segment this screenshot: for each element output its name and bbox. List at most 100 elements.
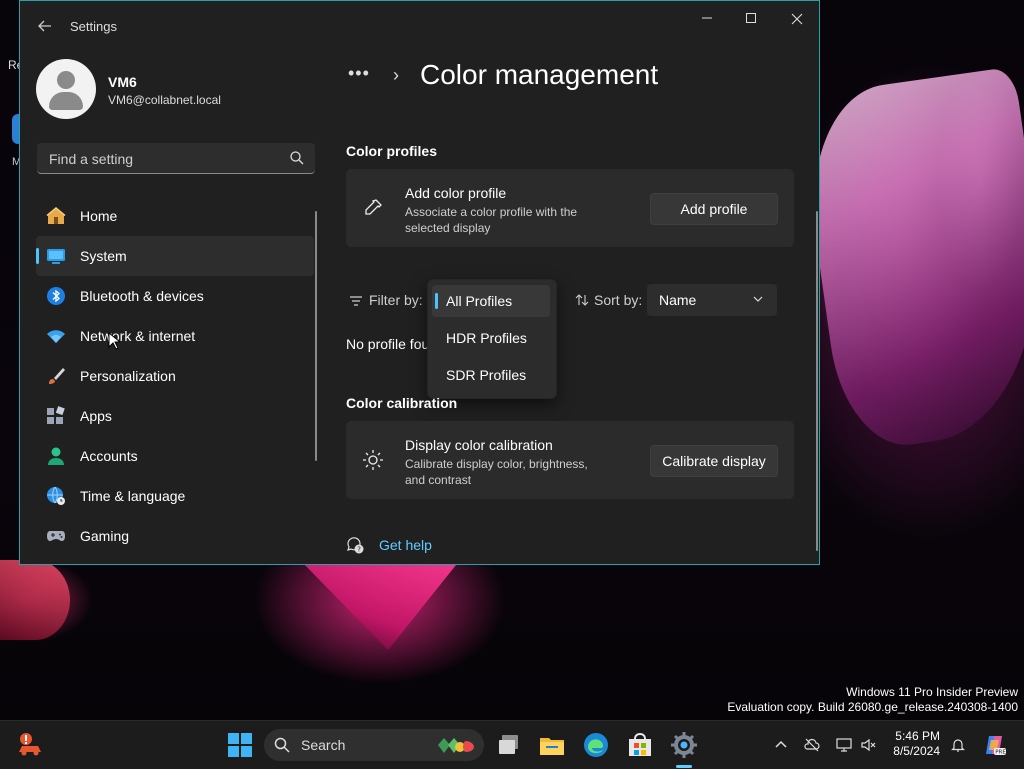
sidebar-item-label: Apps xyxy=(80,408,112,424)
taskbar: Search 5:46 PM 8/5/2024 PRE xyxy=(0,720,1024,769)
sidebar-item-label: Gaming xyxy=(80,528,130,544)
network-icon[interactable] xyxy=(836,737,852,753)
system-clock[interactable]: 5:46 PM 8/5/2024 xyxy=(884,729,940,759)
calibrate-display-button[interactable]: Calibrate display xyxy=(650,445,778,477)
user-name: VM6 xyxy=(108,74,137,90)
sort-dropdown[interactable]: Name xyxy=(647,284,777,316)
gamepad-icon xyxy=(47,531,65,541)
volume-muted-icon[interactable] xyxy=(860,737,876,753)
sidebar-item-label: Home xyxy=(80,208,118,224)
filter-option-label: All Profiles xyxy=(446,293,513,309)
minimize-button[interactable] xyxy=(684,9,730,29)
sidebar-item-label: Personalization xyxy=(80,368,176,384)
maximize-button[interactable] xyxy=(728,9,774,29)
taskbar-search[interactable]: Search xyxy=(264,729,484,761)
sidebar-item-gaming[interactable]: Gaming xyxy=(36,516,314,556)
sidebar-item-system[interactable]: System xyxy=(36,236,314,276)
back-button[interactable] xyxy=(34,15,56,37)
svg-text:PRE: PRE xyxy=(995,750,1006,756)
taskbar-search-label: Search xyxy=(301,737,346,753)
sidebar-item-label: Time & language xyxy=(80,488,186,504)
close-button[interactable] xyxy=(774,9,819,29)
sort-label: Sort by: xyxy=(594,292,643,308)
get-help[interactable]: ? Get help xyxy=(346,535,546,557)
file-explorer-icon[interactable] xyxy=(538,731,566,759)
sidebar-item-network[interactable]: Network & internet xyxy=(36,316,314,356)
close-icon xyxy=(791,13,803,25)
watermark-line-2: Evaluation copy. Build 26080.ge_release.… xyxy=(727,700,1018,714)
apps-icon xyxy=(47,406,65,424)
settings-gear-icon[interactable] xyxy=(670,731,698,759)
sidebar-item-label: System xyxy=(80,248,127,264)
section-title-color-profiles: Color profiles xyxy=(346,143,438,159)
task-view-icon[interactable] xyxy=(496,731,524,759)
sidebar-item-bluetooth[interactable]: Bluetooth & devices xyxy=(36,276,314,316)
sidebar-item-home[interactable]: Home xyxy=(36,196,314,236)
filter-label: Filter by: xyxy=(369,292,423,308)
edge-browser-icon[interactable] xyxy=(582,731,610,759)
add-color-profile-card: Add color profile Associate a color prof… xyxy=(346,169,794,247)
sidebar-scrollbar[interactable] xyxy=(315,211,317,461)
sidebar-item-personalization[interactable]: Personalization xyxy=(36,356,314,396)
sort-selected-value: Name xyxy=(659,292,697,308)
mouse-cursor-icon xyxy=(108,332,120,350)
no-profiles-message: No profile fou xyxy=(346,336,430,352)
sort-icon xyxy=(575,294,589,306)
filter-option-all[interactable]: All Profiles xyxy=(432,285,550,317)
wallpaper-bloom-bottom xyxy=(300,560,460,650)
breadcrumb-more-button[interactable]: ••• xyxy=(348,63,370,84)
brightness-icon xyxy=(363,450,383,470)
sidebar-item-time-language[interactable]: Time & language xyxy=(36,476,314,516)
back-arrow-icon xyxy=(38,20,51,32)
copilot-icon[interactable]: PRE xyxy=(982,733,1006,757)
sidebar-item-apps[interactable]: Apps xyxy=(36,396,314,436)
settings-search[interactable] xyxy=(37,143,315,174)
clock-date: 8/5/2024 xyxy=(893,744,940,758)
filter-option-hdr[interactable]: HDR Profiles xyxy=(432,322,550,354)
wifi-icon xyxy=(47,330,65,343)
sidebar-item-accounts[interactable]: Accounts xyxy=(36,436,314,476)
start-windows-icon[interactable] xyxy=(228,733,252,757)
title-bar[interactable]: Settings xyxy=(20,1,819,49)
user-email: VM6@collabnet.local xyxy=(108,93,221,107)
card-title: Add color profile xyxy=(405,185,507,201)
watermark-line-1: Windows 11 Pro Insider Preview xyxy=(846,685,1018,699)
filter-option-sdr[interactable]: SDR Profiles xyxy=(432,359,550,391)
avatar-head xyxy=(57,71,75,89)
card-description: Calibrate display color, brightness, and… xyxy=(405,457,588,487)
display-calibration-card: Display color calibration Calibrate disp… xyxy=(346,421,794,499)
system-icon xyxy=(47,249,65,264)
evaluation-watermark: Windows 11 Pro Insider Preview Evaluatio… xyxy=(727,685,1018,715)
chevron-up-icon[interactable] xyxy=(773,737,789,753)
notification-bell-icon[interactable] xyxy=(950,737,966,753)
onedrive-off-icon[interactable] xyxy=(804,737,820,753)
svg-text:?: ? xyxy=(357,546,361,554)
avatar[interactable] xyxy=(36,59,96,119)
accounts-icon xyxy=(48,447,64,465)
add-profile-button[interactable]: Add profile xyxy=(650,193,778,225)
main-scrollbar[interactable] xyxy=(816,211,818,551)
filter-option-label: HDR Profiles xyxy=(446,330,527,346)
get-help-link[interactable]: Get help xyxy=(379,537,432,553)
avatar-body xyxy=(49,92,83,110)
card-description: Associate a color profile with the selec… xyxy=(405,205,578,235)
card-title: Display color calibration xyxy=(405,437,553,453)
breadcrumb-chevron-icon: › xyxy=(393,65,399,85)
filter-sort-row: Filter by: Sort by: Name xyxy=(346,284,796,318)
sidebar-item-label: Bluetooth & devices xyxy=(80,288,204,304)
wallpaper-bloom-left xyxy=(0,560,70,640)
widgets-icon[interactable] xyxy=(16,732,44,758)
window-title: Settings xyxy=(70,19,117,34)
search-icon[interactable] xyxy=(289,150,305,166)
sidebar-nav: Home System Bluetooth & devices Network … xyxy=(36,196,314,556)
search-input[interactable] xyxy=(47,149,281,169)
settings-window: Settings VM6 VM6@collabnet.local Find a … xyxy=(19,0,820,565)
microsoft-store-icon[interactable] xyxy=(626,731,654,759)
section-title-color-calibration: Color calibration xyxy=(346,395,458,411)
search-highlight-icon xyxy=(438,738,474,753)
sidebar-item-label: Network & internet xyxy=(80,328,196,344)
page-title: Color management xyxy=(420,59,659,90)
eyedropper-icon xyxy=(365,199,382,215)
filter-icon xyxy=(350,296,362,306)
wallpaper-bloom-right xyxy=(796,66,1024,454)
